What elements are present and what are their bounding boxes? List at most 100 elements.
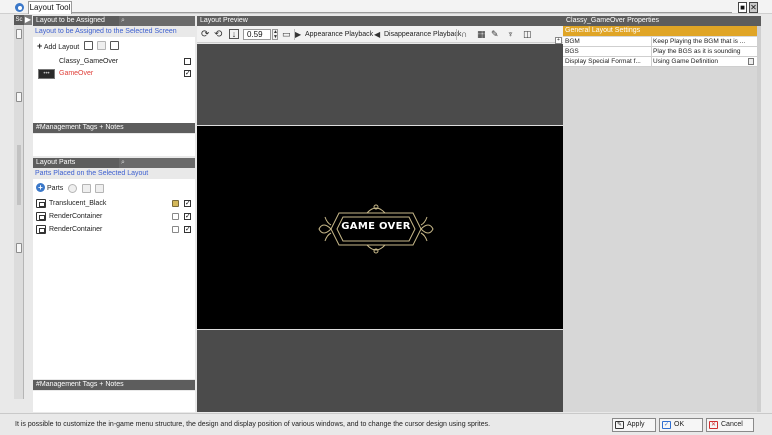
layout-name: Classy_GameOver (59, 58, 119, 65)
magnet-icon[interactable]: ∩ (461, 29, 467, 40)
paste-icon[interactable] (97, 41, 106, 50)
property-row-bgm[interactable]: BGM Keep Playing the BGM that is ... (563, 37, 757, 47)
plus-circle-icon: + (36, 183, 45, 192)
close-button[interactable]: ✕ (749, 2, 758, 13)
layout-parts-filter[interactable] (157, 158, 195, 168)
layout-checkbox[interactable] (184, 58, 191, 65)
sidebar-handle-icon[interactable] (16, 243, 22, 253)
properties-scrollbar[interactable] (757, 26, 761, 412)
undo-icon[interactable]: ⟲ (214, 29, 222, 40)
minimize-button[interactable]: ■ (738, 2, 747, 13)
properties-panel (563, 26, 757, 412)
part-checkbox[interactable] (184, 224, 191, 236)
dropdown-icon[interactable] (748, 58, 754, 65)
property-row-display-format[interactable]: Display Special Format f... Using Game D… (563, 57, 757, 67)
parts-tags-notes-area[interactable] (33, 391, 195, 412)
layout-parts-subtitle: Parts Placed on the Selected Layout (35, 170, 149, 177)
layout-parts-header: Layout Parts ⌕ (33, 158, 195, 168)
reverse-play-icon: ◀ (374, 30, 381, 39)
property-name: BGS (565, 48, 579, 55)
properties-section-header[interactable]: General Layout Settings (563, 26, 757, 36)
paste-icon[interactable] (82, 184, 91, 193)
list-item[interactable]: Classy_GameOver (33, 56, 195, 68)
tags-notes-area[interactable] (33, 134, 195, 156)
search-icon: ⌕ (121, 17, 125, 24)
layers-icon[interactable]: ◫ (523, 29, 532, 40)
apply-button[interactable]: ✎ Apply (612, 418, 656, 432)
cancel-button[interactable]: ✕ Cancel (706, 418, 754, 432)
status-bar: It is possible to customize the in-game … (0, 413, 772, 435)
zoom-stepper[interactable]: ▲ ▼ (272, 29, 278, 40)
sidebar-handle-icon[interactable] (16, 29, 22, 39)
pin-icon[interactable]: ♆ (507, 29, 514, 40)
ok-label: OK (674, 421, 685, 428)
ok-button[interactable]: ✓ OK (659, 418, 703, 432)
status-message: It is possible to customize the in-game … (15, 421, 491, 428)
layout-parts-title: Layout Parts (36, 159, 76, 166)
unlock-icon[interactable] (172, 213, 179, 220)
property-value[interactable]: Play the BGS as it is sounding (651, 47, 751, 57)
monitor-icon[interactable]: ▭ (282, 29, 291, 40)
cancel-label: Cancel (721, 421, 743, 428)
property-row-bgs[interactable]: BGS Play the BGS as it is sounding (563, 47, 757, 57)
preview-options-icon[interactable]: + (555, 37, 562, 44)
game-screen-preview[interactable]: GAME OVER (197, 125, 563, 330)
layout-assign-header: Layout to be Assigned ⌕ (33, 16, 195, 26)
layout-assign-search[interactable]: ⌕ (119, 16, 157, 26)
property-value[interactable]: Keep Playing the BGM that is ... (651, 37, 751, 47)
eyedropper-icon[interactable]: ✎ (491, 29, 499, 40)
add-layout-label: Add Layout (43, 44, 80, 51)
unlock-icon[interactable] (172, 226, 179, 233)
list-item[interactable]: RenderContainer (33, 224, 195, 236)
part-icon (36, 199, 46, 208)
toolbar-divider (456, 29, 457, 40)
list-item[interactable]: Translucent_Black (33, 198, 195, 210)
sidebar-scrollbar[interactable] (17, 145, 21, 205)
list-item[interactable]: ••• GameOver (33, 68, 195, 80)
play-icon: ▶ (295, 30, 302, 39)
sidebar-handle-icon[interactable] (16, 92, 22, 102)
part-name: RenderContainer (49, 226, 103, 233)
search-icon: ⌕ (121, 159, 125, 166)
plus-icon: + (37, 41, 43, 51)
zoom-input[interactable]: 0.59 (243, 29, 271, 40)
grid-icon[interactable]: ▦ (477, 29, 486, 40)
part-icon (36, 225, 46, 234)
layout-parts-search[interactable]: ⌕ (119, 158, 157, 168)
property-value[interactable]: Using Game Definition (651, 57, 751, 67)
window-title: Layout Tool (28, 1, 72, 14)
layout-assign-title: Layout to be Assigned (36, 17, 105, 24)
copy-icon[interactable] (84, 41, 93, 50)
part-name: Translucent_Black (49, 200, 107, 207)
preview-toolbar: ⟳ ⟲ ↓ 0.59 ▲ ▼ ▭ ▶ Appearance Playback ◀ … (197, 26, 563, 43)
layout-checkbox[interactable] (184, 68, 191, 80)
lock-icon[interactable] (172, 200, 179, 207)
rotate-icon[interactable]: ⟳ (201, 29, 209, 40)
disappearance-playback-button[interactable]: Disappearance Playback (384, 29, 461, 40)
trash-icon[interactable] (110, 41, 119, 50)
layout-assign-filter[interactable] (157, 16, 195, 26)
collapse-panel-button[interactable]: ▶ (24, 15, 32, 25)
link-icon[interactable] (68, 184, 77, 193)
sidebar-tab[interactable]: Sc (14, 15, 24, 25)
title-underline (72, 12, 732, 13)
layout-thumbnail: ••• (38, 69, 55, 79)
apply-icon: ✎ (615, 421, 624, 429)
appearance-playback-button[interactable]: Appearance Playback (305, 29, 373, 40)
layout-name: GameOver (59, 70, 94, 77)
add-parts-button[interactable]: + Parts (36, 183, 66, 194)
parts-tags-header: #Management Tags + Notes (33, 380, 195, 390)
game-over-text: GAME OVER (341, 221, 411, 232)
check-icon: ✓ (662, 421, 671, 429)
properties-header: Classy_GameOver Properties (563, 16, 761, 26)
part-checkbox[interactable] (184, 211, 191, 223)
part-icon (36, 212, 46, 221)
add-parts-label: Parts (46, 185, 64, 192)
preview-header: Layout Preview (197, 16, 563, 26)
trash-icon[interactable] (95, 184, 104, 193)
add-layout-button[interactable]: + Add Layout (37, 41, 81, 52)
game-over-frame: GAME OVER (317, 203, 435, 255)
list-item[interactable]: RenderContainer (33, 211, 195, 223)
download-icon[interactable]: ↓ (229, 29, 239, 39)
part-checkbox[interactable] (184, 198, 191, 210)
